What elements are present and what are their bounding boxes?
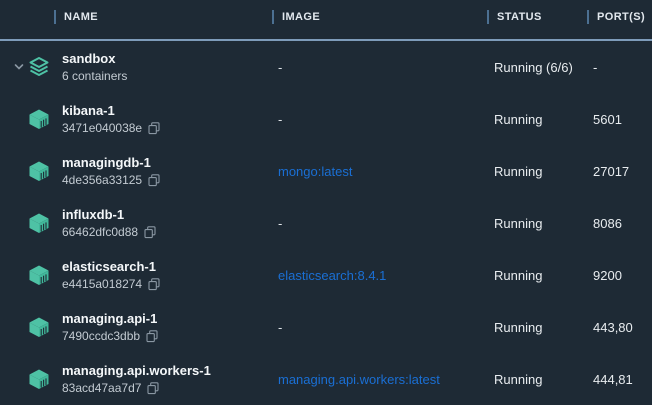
container-icon [28, 160, 50, 182]
cell-ports: 27017 [585, 164, 652, 179]
column-divider [587, 10, 589, 24]
cell-ports: 443,80 [585, 320, 652, 335]
container-id: 83acd47aa7d7 [62, 380, 141, 397]
column-header-image[interactable]: IMAGE [270, 10, 485, 24]
cell-ports: - [585, 60, 652, 75]
cell-expander [0, 249, 52, 301]
container-name: managingdb-1 [62, 154, 270, 172]
cell-image-link[interactable]: mongo:latest [270, 164, 485, 179]
cell-image: - [270, 320, 485, 335]
container-id: 3471e040038e [62, 120, 142, 137]
cell-ports: 5601 [585, 112, 652, 127]
container-name: elasticsearch-1 [62, 258, 270, 276]
container-icon [28, 108, 50, 130]
container-icon [28, 212, 50, 234]
chevron-down-icon[interactable] [13, 61, 26, 73]
cell-image: - [270, 60, 485, 75]
container-name: kibana-1 [62, 102, 270, 120]
containers-table: NAME IMAGE STATUS PORT(S) [0, 0, 652, 405]
cell-name: kibana-1 3471e040038e [52, 102, 270, 137]
table-header: NAME IMAGE STATUS PORT(S) [0, 0, 652, 41]
cell-name: managing.api-1 7490ccdc3dbb [52, 310, 270, 345]
column-header-name[interactable]: NAME [52, 10, 270, 24]
column-header-image-label: IMAGE [282, 11, 320, 23]
cell-status: Running [485, 216, 585, 231]
table-row-influxdb-1[interactable]: influxdb-1 66462dfc0d88 - Running 8086 [0, 197, 652, 249]
cell-status: Running [485, 164, 585, 179]
cell-ports: 9200 [585, 268, 652, 283]
container-id: 4de356a33125 [62, 172, 142, 189]
container-id: 7490ccdc3dbb [62, 328, 140, 345]
cell-ports: 444,81 [585, 372, 652, 387]
column-divider [272, 10, 274, 24]
container-name: managing.api.workers-1 [62, 362, 270, 380]
container-count: 6 containers [62, 68, 127, 85]
stack-icon [28, 56, 50, 78]
cell-expander [0, 41, 52, 93]
table-row-managingdb-1[interactable]: managingdb-1 4de356a33125 mongo:latest R… [0, 145, 652, 197]
container-name: sandbox [62, 50, 270, 68]
cell-status: Running [485, 112, 585, 127]
column-divider [54, 10, 56, 24]
table-row-elasticsearch-1[interactable]: elasticsearch-1 e4415a018274 elasticsear… [0, 249, 652, 301]
cell-status: Running [485, 372, 585, 387]
cell-image-link[interactable]: managing.api.workers:latest [270, 372, 485, 387]
cell-name: managing.api.workers-1 83acd47aa7d7 [52, 362, 270, 397]
container-name: influxdb-1 [62, 206, 270, 224]
copy-icon[interactable] [144, 226, 156, 239]
container-icon [28, 316, 50, 338]
copy-icon[interactable] [148, 278, 160, 291]
cell-expander [0, 93, 52, 145]
copy-icon[interactable] [146, 330, 158, 343]
cell-name: elasticsearch-1 e4415a018274 [52, 258, 270, 293]
cell-status: Running [485, 320, 585, 335]
copy-icon[interactable] [148, 122, 160, 135]
cell-image: - [270, 112, 485, 127]
container-icon [28, 264, 50, 286]
table-row-managing-api-workers-1[interactable]: managing.api.workers-1 83acd47aa7d7 mana… [0, 353, 652, 405]
cell-expander [0, 301, 52, 353]
column-divider [487, 10, 489, 24]
cell-expander [0, 145, 52, 197]
cell-expander [0, 353, 52, 405]
cell-expander [0, 197, 52, 249]
container-icon [28, 368, 50, 390]
container-id: 66462dfc0d88 [62, 224, 138, 241]
column-header-status-label: STATUS [497, 11, 542, 23]
column-header-status[interactable]: STATUS [485, 10, 585, 24]
cell-name: influxdb-1 66462dfc0d88 [52, 206, 270, 241]
cell-image-link[interactable]: elasticsearch:8.4.1 [270, 268, 485, 283]
table-row-kibana-1[interactable]: kibana-1 3471e040038e - Running 5601 [0, 93, 652, 145]
cell-status: Running [485, 268, 585, 283]
cell-name: managingdb-1 4de356a33125 [52, 154, 270, 189]
cell-status: Running (6/6) [485, 60, 585, 75]
column-header-name-label: NAME [64, 11, 98, 23]
column-header-ports-label: PORT(S) [597, 11, 645, 23]
cell-ports: 8086 [585, 216, 652, 231]
cell-name: sandbox 6 containers [52, 50, 270, 85]
table-row-managing-api-1[interactable]: managing.api-1 7490ccdc3dbb - Running 44… [0, 301, 652, 353]
cell-image: - [270, 216, 485, 231]
table-row-sandbox[interactable]: sandbox 6 containers - Running (6/6) - [0, 41, 652, 93]
column-header-ports[interactable]: PORT(S) [585, 10, 652, 24]
copy-icon[interactable] [147, 382, 159, 395]
container-id: e4415a018274 [62, 276, 142, 293]
container-name: managing.api-1 [62, 310, 270, 328]
copy-icon[interactable] [148, 174, 160, 187]
